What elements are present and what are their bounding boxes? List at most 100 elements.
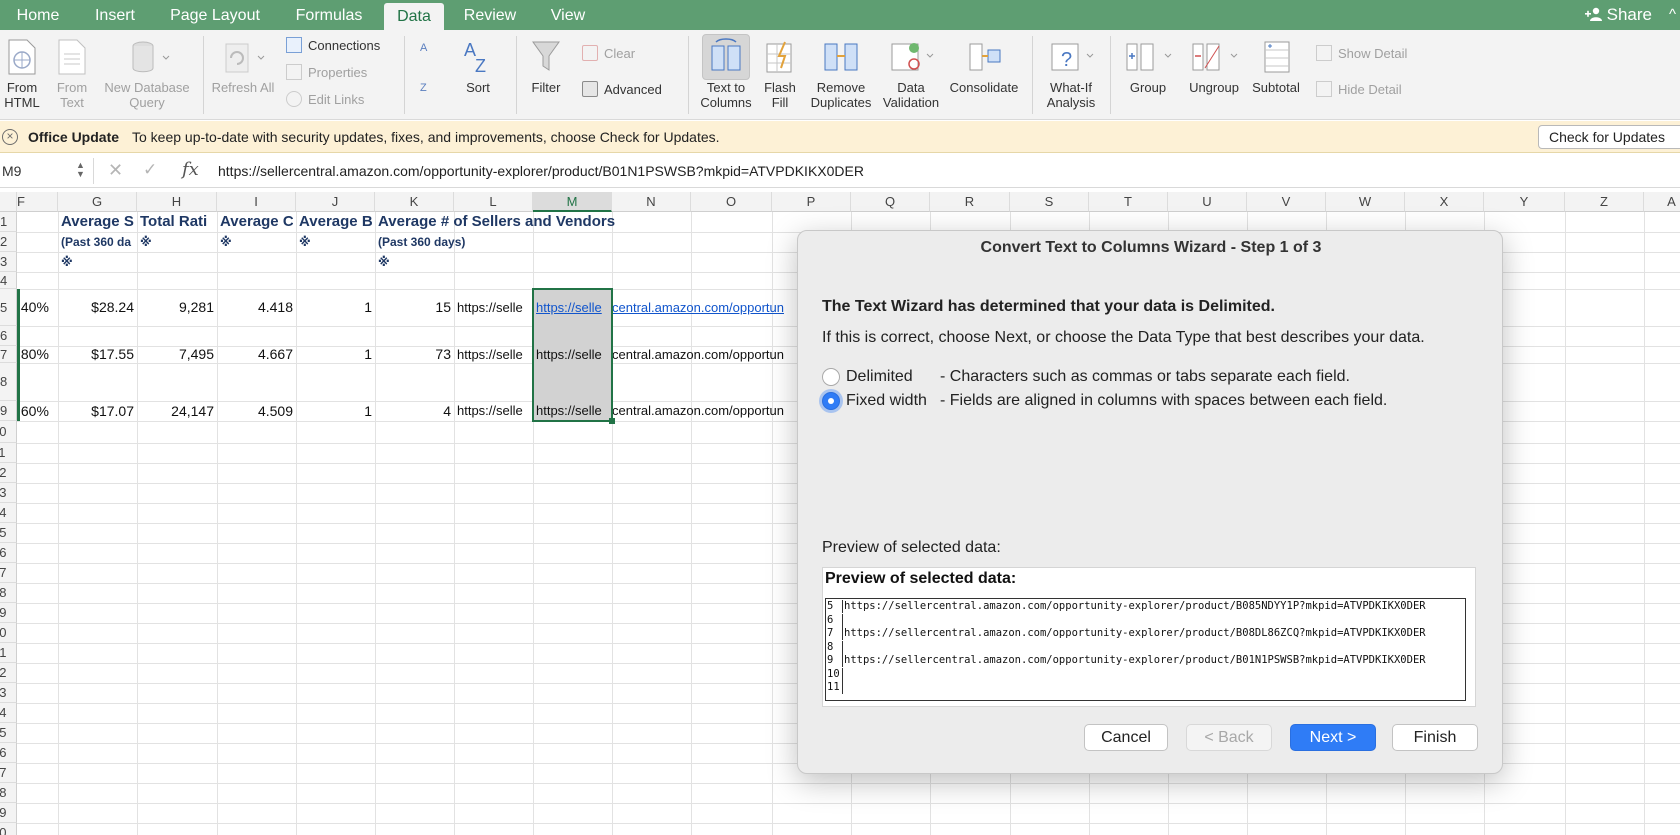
from-html-button[interactable]: From HTML <box>0 38 44 110</box>
preview-grid[interactable]: 5 https://sellercentral.amazon.com/opport… <box>825 598 1466 701</box>
data-cell-f[interactable]: .80% <box>17 346 53 363</box>
url-cell-l[interactable]: https://selle <box>457 346 530 363</box>
subtotal-button[interactable]: Subtotal <box>1246 38 1306 95</box>
properties-button[interactable]: Properties <box>286 63 367 83</box>
row-header-22[interactable]: 22 <box>0 663 17 683</box>
subheader-cell-h[interactable]: ※ <box>140 232 214 252</box>
url-overflow-cell[interactable]: central.amazon.com/opportun <box>612 346 797 363</box>
from-text-button[interactable]: From Text <box>50 38 94 110</box>
row-header-15[interactable]: 15 <box>0 523 17 543</box>
refresh-all-button[interactable]: Refresh All <box>210 38 276 95</box>
row-header-4[interactable]: 4 <box>0 272 17 289</box>
data-cell-f[interactable]: .40% <box>17 289 53 326</box>
header-cell-g[interactable]: Average S <box>61 212 134 232</box>
row-header-12[interactable]: 12 <box>0 463 17 483</box>
next-button[interactable]: Next > <box>1290 724 1376 751</box>
what-if-analysis-button[interactable]: ? What-If Analysis <box>1040 38 1102 110</box>
data-cell-h[interactable]: 9,281 <box>140 289 214 326</box>
row-header-18[interactable]: 18 <box>0 583 17 603</box>
data-cell-j[interactable]: 1 <box>299 346 372 363</box>
column-header-t[interactable]: T <box>1089 192 1168 212</box>
cancel-entry-icon[interactable]: ✕ <box>108 160 123 181</box>
row-header-21[interactable]: 21 <box>0 643 17 663</box>
column-header-i[interactable]: I <box>217 192 296 212</box>
column-header-j[interactable]: J <box>296 192 375 212</box>
row-header-10[interactable]: 10 <box>0 421 17 443</box>
sort-button[interactable]: AZ Sort <box>458 38 498 95</box>
tab-view[interactable]: View <box>538 0 598 30</box>
column-header-f[interactable]: F <box>17 192 58 212</box>
group-button[interactable]: Group <box>1120 38 1176 95</box>
subheader-cell-j[interactable]: ※ <box>299 232 372 252</box>
column-header-z[interactable]: Z <box>1565 192 1644 212</box>
tab-review[interactable]: Review <box>455 0 525 30</box>
tab-data[interactable]: Data <box>384 3 444 30</box>
subheader-cell-i[interactable]: ※ <box>220 232 293 252</box>
data-cell-j[interactable]: 1 <box>299 401 372 421</box>
row-header-7[interactable]: 7 <box>0 346 17 363</box>
row-header-27[interactable]: 27 <box>0 763 17 783</box>
data-cell-h[interactable]: 24,147 <box>140 401 214 421</box>
column-header-u[interactable]: U <box>1168 192 1247 212</box>
column-header-s[interactable]: S <box>1010 192 1089 212</box>
fill-handle[interactable] <box>609 418 615 424</box>
data-cell-j[interactable]: 1 <box>299 289 372 326</box>
edit-links-button[interactable]: Edit Links <box>286 90 364 110</box>
url-overflow-cell[interactable]: central.amazon.com/opportun <box>612 289 797 326</box>
column-header-y[interactable]: Y <box>1484 192 1565 212</box>
row-header-26[interactable]: 26 <box>0 743 17 763</box>
new-database-query-button[interactable]: New Database Query <box>100 38 194 110</box>
column-header-p[interactable]: P <box>772 192 851 212</box>
cancel-button[interactable]: Cancel <box>1084 724 1168 751</box>
data-cell-g[interactable]: $17.55 <box>61 346 134 363</box>
row-header-11[interactable]: 11 <box>0 443 17 463</box>
url-cell-l[interactable]: https://selle <box>457 401 530 421</box>
row-header-24[interactable]: 24 <box>0 703 17 723</box>
row-header-19[interactable]: 19 <box>0 603 17 623</box>
row-header-28[interactable]: 28 <box>0 783 17 803</box>
close-icon[interactable]: × <box>2 129 18 145</box>
delimited-radio[interactable] <box>822 368 840 386</box>
clear-button[interactable]: Clear <box>582 44 635 64</box>
check-for-updates-button[interactable]: Check for Updates <box>1538 125 1680 149</box>
hide-detail-button[interactable]: Hide Detail <box>1316 80 1402 100</box>
remove-duplicates-button[interactable]: Remove Duplicates <box>806 38 876 110</box>
row-header-8[interactable]: 8 <box>0 363 17 401</box>
row-header-25[interactable]: 25 <box>0 723 17 743</box>
row-header-16[interactable]: 16 <box>0 543 17 563</box>
row-header-1[interactable]: 1 <box>0 212 17 232</box>
connections-button[interactable]: Connections <box>286 36 380 56</box>
confirm-entry-icon[interactable]: ✓ <box>143 160 157 180</box>
column-header-l[interactable]: L <box>454 192 533 212</box>
collapse-ribbon-icon[interactable]: ^ <box>1669 0 1676 30</box>
row-header-14[interactable]: 14 <box>0 503 17 523</box>
tab-insert[interactable]: Insert <box>80 0 150 30</box>
row-header-5[interactable]: 5 <box>0 289 17 326</box>
subheader-cell-k[interactable]: (Past 360 days) <box>378 232 528 252</box>
header-cell-j[interactable]: Average B <box>299 212 372 232</box>
fixed-width-radio[interactable] <box>822 392 840 410</box>
text-to-columns-button[interactable]: Text to Columns <box>694 38 758 110</box>
data-cell-i[interactable]: 4.418 <box>220 289 293 326</box>
column-header-a[interactable]: A <box>1644 192 1680 212</box>
column-header-g[interactable]: G <box>58 192 137 212</box>
ungroup-button[interactable]: Ungroup <box>1182 38 1246 95</box>
data-cell-i[interactable]: 4.509 <box>220 401 293 421</box>
column-header-k[interactable]: K <box>375 192 454 212</box>
column-header-n[interactable]: N <box>612 192 691 212</box>
tab-home[interactable]: Home <box>4 0 72 30</box>
sort-descending-icon[interactable]: Z <box>420 78 427 98</box>
note-cell-k[interactable]: ※ <box>378 252 451 272</box>
select-all-corner[interactable] <box>0 192 17 212</box>
data-cell-g[interactable]: $28.24 <box>61 289 134 326</box>
formula-input[interactable]: https://sellercentral.amazon.com/opportu… <box>218 163 864 179</box>
data-cell-i[interactable]: 4.667 <box>220 346 293 363</box>
flash-fill-button[interactable]: Flash Fill <box>762 38 798 110</box>
subheader-cell-g[interactable]: (Past 360 da <box>61 232 134 252</box>
data-cell-h[interactable]: 7,495 <box>140 346 214 363</box>
url-overflow-cell[interactable]: central.amazon.com/opportun <box>612 401 797 421</box>
url-cell-l[interactable]: https://selle <box>457 289 530 326</box>
finish-button[interactable]: Finish <box>1392 724 1478 751</box>
advanced-filter-button[interactable]: Advanced <box>582 80 662 100</box>
data-cell-k[interactable]: 15 <box>378 289 451 326</box>
